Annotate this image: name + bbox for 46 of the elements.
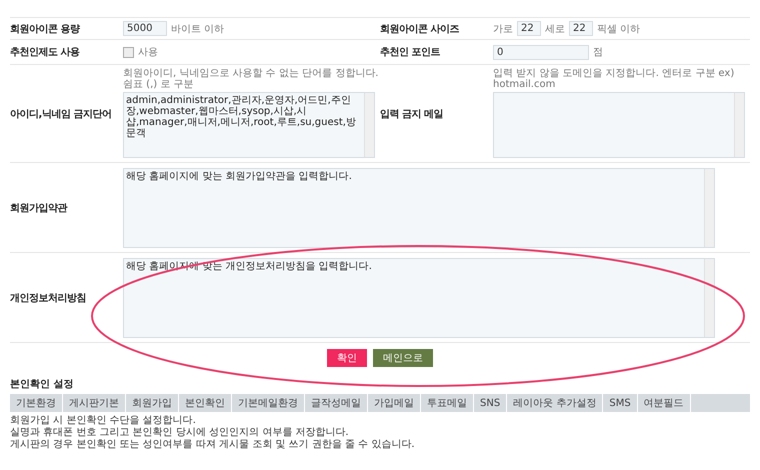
tab[interactable]: 본인확인: [179, 394, 232, 412]
unit-text: 바이트 이하: [171, 22, 224, 36]
unit-text: 점: [593, 46, 603, 59]
help-text: 입력 받지 않을 도메인을 지정합니다. 엔터로 구분 ex) hotmail.com: [493, 68, 736, 90]
input-field[interactable]: 22: [569, 21, 593, 36]
checkbox-label: 사용: [138, 46, 158, 59]
scrollbar[interactable]: [704, 169, 714, 247]
tab[interactable]: 게시판기본: [63, 394, 126, 412]
text-area[interactable]: admin,administrator,관리자,운영자,어드민,주인장,webmaster,웹마스터,sysop,시삽,시샵,manager,매니저,메니저,root,루트,su,guest,방문객: [123, 92, 375, 158]
scrollbar[interactable]: [704, 259, 714, 337]
scrollbar[interactable]: [734, 93, 744, 157]
field-label: 회원아이콘 용량: [10, 22, 81, 36]
field-caption: 세로: [545, 22, 565, 36]
field-label: 회원가입약관: [10, 202, 68, 214]
tab[interactable]: 레이아웃 추가설정: [507, 394, 604, 412]
input-field[interactable]: 0: [493, 44, 589, 60]
tab[interactable]: SNS: [474, 394, 508, 412]
checkbox[interactable]: [123, 46, 134, 58]
tab[interactable]: 가입메일: [368, 394, 421, 412]
tab[interactable]: 기본메일환경: [232, 394, 305, 412]
tab[interactable]: 글작성메일: [305, 394, 368, 412]
tab[interactable]: 투표메일: [421, 394, 474, 412]
main-button[interactable]: 메인으로: [373, 349, 433, 367]
description-text: 회원가입 시 본인확인 수단을 설정합니다.: [10, 415, 197, 427]
text-area[interactable]: 해당 홈페이지에 맞는 회원가입약관을 입력합니다.: [123, 168, 715, 248]
description-text: 실명과 휴대폰 번호 그리고 본인확인 당시에 성인인지의 여부를 저장합니다.: [10, 427, 350, 439]
field-caption: 가로: [493, 22, 513, 36]
help-text: 회원아이디, 닉네임으로 사용할 수 없는 단어를 정합니다. 쉼표 (,) 로 구분: [123, 68, 380, 90]
field-label: 추천인 포인트: [380, 46, 441, 59]
tab[interactable]: 기본환경: [10, 394, 63, 412]
unit-text: 픽셀 이하: [597, 22, 640, 36]
scrollbar[interactable]: [364, 93, 374, 157]
field-label: 입력 금지 메일: [380, 108, 444, 120]
input-field[interactable]: 22: [517, 21, 541, 36]
section-title: 본인확인 설정: [10, 378, 74, 391]
text-area[interactable]: [493, 92, 745, 158]
field-label: 개인정보처리방침: [10, 292, 87, 304]
description-text: 게시판의 경우 본인확인 또는 성인여부를 따져 게시물 조회 및 쓰기 권한을 줄 수 있습니다.: [10, 439, 416, 451]
field-label: 아이디,닉네임 금지단어: [10, 108, 112, 120]
input-field[interactable]: 5000: [123, 21, 167, 36]
tab[interactable]: 여분필드: [638, 394, 691, 412]
field-label: 추천인제도 사용: [10, 46, 80, 59]
tab[interactable]: 회원가입: [126, 394, 179, 412]
confirm-button[interactable]: 확인: [327, 349, 367, 367]
tab[interactable]: SMS: [603, 394, 638, 412]
field-label: 회원아이콘 사이즈: [380, 22, 460, 36]
